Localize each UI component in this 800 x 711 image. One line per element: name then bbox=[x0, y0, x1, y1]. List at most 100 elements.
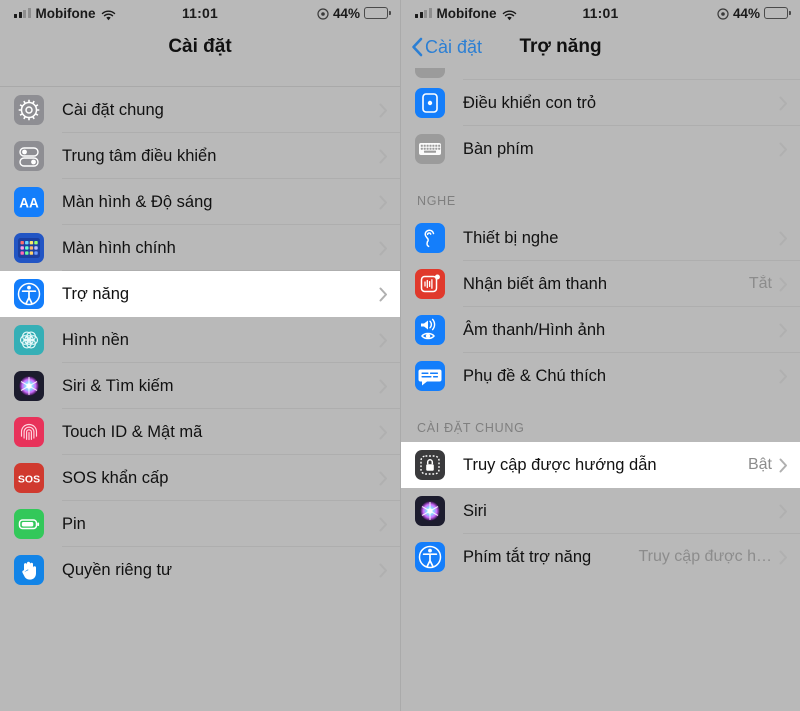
list-item[interactable]: Siri & Tìm kiếm bbox=[0, 363, 400, 409]
fingerprint-icon bbox=[14, 417, 44, 447]
list-item-label: Bàn phím bbox=[463, 139, 534, 158]
list-item-value: Tắt bbox=[748, 275, 772, 292]
list-item-label: Trung tâm điều khiển bbox=[62, 146, 217, 165]
chevron-left-icon bbox=[411, 37, 423, 57]
list-item-label: Hình nền bbox=[62, 330, 129, 349]
settings-list-left: Cài đặt chung Trung tâm điều khiển AA Màn h… bbox=[0, 87, 400, 633]
list-top-gap bbox=[0, 68, 400, 86]
chevron-right-icon bbox=[379, 333, 388, 348]
list-item[interactable]: Điều khiển con trỏ bbox=[401, 80, 800, 126]
back-button[interactable]: Cài đặt bbox=[411, 37, 482, 58]
accessibility-icon bbox=[14, 279, 44, 309]
sos-icon: SOS bbox=[14, 463, 44, 493]
status-right-group: 44% bbox=[317, 5, 391, 21]
location-services-icon bbox=[317, 7, 329, 20]
chevron-right-icon bbox=[779, 504, 788, 519]
toggles-icon bbox=[14, 141, 44, 171]
list-item-label: SOS khẩn cấp bbox=[62, 468, 169, 487]
list-item[interactable]: Cài đặt chung bbox=[0, 87, 400, 133]
list-item[interactable]: Thiết bị nghe bbox=[401, 215, 800, 261]
list-item-label: Âm thanh/Hình ảnh bbox=[463, 320, 606, 339]
list-item[interactable]: Trung tâm điều khiển bbox=[0, 133, 400, 179]
chevron-right-icon bbox=[379, 287, 388, 302]
dual-phone-screenshot: Mobifone 11:01 44% Cài đặt Cài đặt chung… bbox=[0, 0, 800, 711]
list-item[interactable]: Phụ đề & Chú thích bbox=[401, 353, 800, 399]
list-item-label: Màn hình chính bbox=[62, 238, 176, 257]
pointer-control-icon bbox=[415, 88, 445, 118]
list-item[interactable]: Âm thanh/Hình ảnh bbox=[401, 307, 800, 353]
list-item-label: Thiết bị nghe bbox=[463, 228, 559, 247]
list-item-label: Màn hình & Độ sáng bbox=[62, 192, 213, 211]
battery-percent-label: 44% bbox=[332, 5, 360, 21]
chevron-right-icon bbox=[379, 471, 388, 486]
list-item[interactable]: Nhận biết âm thanh Tắt bbox=[401, 261, 800, 307]
list-item-label: Nhận biết âm thanh bbox=[463, 274, 608, 293]
list-bottom-pad bbox=[401, 580, 800, 620]
partially-scrolled-row[interactable] bbox=[401, 68, 800, 80]
list-item-value: Bật bbox=[747, 456, 772, 473]
accessibility-list-right: Điều khiển con trỏ Bàn phím NGHE Thiết bị n… bbox=[401, 80, 800, 620]
keyboard-icon bbox=[415, 134, 445, 164]
chevron-right-icon bbox=[379, 425, 388, 440]
wallpaper-icon bbox=[14, 325, 44, 355]
list-item-label: Trợ năng bbox=[62, 284, 130, 303]
accessibility-icon bbox=[415, 542, 445, 572]
chevron-right-icon bbox=[379, 195, 388, 210]
list-item[interactable]: Phím tắt trợ năng Truy cập được h… bbox=[401, 534, 800, 580]
list-item-label: Siri bbox=[463, 501, 487, 520]
battery-icon bbox=[364, 7, 391, 19]
left-phone-screen: Mobifone 11:01 44% Cài đặt Cài đặt chung… bbox=[0, 0, 400, 711]
sound-recognition-icon bbox=[415, 269, 445, 299]
battery-icon bbox=[764, 7, 791, 19]
list-item[interactable]: Bàn phím bbox=[401, 126, 800, 172]
status-bar-left: Mobifone 11:01 44% bbox=[0, 0, 400, 26]
list-item[interactable]: Pin bbox=[0, 501, 400, 547]
cut-off-icon bbox=[415, 68, 445, 78]
chevron-right-icon bbox=[779, 458, 788, 473]
page-title: Cài đặt bbox=[168, 36, 232, 57]
location-services-icon bbox=[717, 7, 729, 20]
list-item-label: Truy cập được hướng dẫn bbox=[463, 455, 657, 474]
list-item-label: Siri & Tìm kiếm bbox=[62, 376, 174, 395]
chevron-right-icon bbox=[379, 241, 388, 256]
list-item[interactable]: Quyền riêng tư bbox=[0, 547, 400, 593]
list-item-label: Phím tắt trợ năng bbox=[463, 547, 592, 566]
list-item[interactable]: Hình nền bbox=[0, 317, 400, 363]
list-item[interactable]: Màn hình chính bbox=[0, 225, 400, 271]
list-item-label: Cài đặt chung bbox=[62, 100, 164, 119]
captions-icon bbox=[415, 361, 445, 391]
list-item[interactable]: Trợ năng bbox=[0, 271, 400, 317]
battery-green-icon bbox=[14, 509, 44, 539]
list-item[interactable]: Truy cập được hướng dẫn Bật bbox=[401, 442, 800, 488]
chevron-right-icon bbox=[379, 103, 388, 118]
right-phone-screen: Mobifone 11:01 44% Cài đặt Trợ năng Điều… bbox=[400, 0, 800, 711]
aa-text-icon: AA bbox=[14, 187, 44, 217]
chevron-right-icon bbox=[379, 149, 388, 164]
back-button-label: Cài đặt bbox=[425, 36, 483, 57]
battery-percent-label: 44% bbox=[732, 5, 760, 21]
status-right-group: 44% bbox=[717, 5, 791, 21]
list-item-label: Phụ đề & Chú thích bbox=[463, 366, 607, 385]
svg-text:SOS: SOS bbox=[18, 474, 40, 486]
list-item[interactable]: SOS SOS khẩn cấp bbox=[0, 455, 400, 501]
home-screen-icon bbox=[14, 233, 44, 263]
nav-bar-right: Cài đặt Trợ năng bbox=[401, 26, 800, 68]
svg-text:AA: AA bbox=[19, 196, 39, 211]
page-title: Trợ năng bbox=[519, 36, 602, 57]
chevron-right-icon bbox=[379, 379, 388, 394]
chevron-right-icon bbox=[779, 550, 788, 565]
hand-privacy-icon bbox=[14, 555, 44, 585]
chevron-right-icon bbox=[779, 323, 788, 338]
list-bottom-pad bbox=[0, 593, 400, 633]
chevron-right-icon bbox=[779, 231, 788, 246]
chevron-right-icon bbox=[779, 142, 788, 157]
status-bar-right: Mobifone 11:01 44% bbox=[401, 0, 800, 26]
gear-icon bbox=[14, 95, 44, 125]
chevron-right-icon bbox=[379, 517, 388, 532]
list-item[interactable]: AA Màn hình & Độ sáng bbox=[0, 179, 400, 225]
list-item[interactable]: Touch ID & Mật mã bbox=[0, 409, 400, 455]
list-item[interactable]: Siri bbox=[401, 488, 800, 534]
list-item-label: Điều khiển con trỏ bbox=[463, 93, 596, 112]
audio-visual-icon bbox=[415, 315, 445, 345]
ear-hearing-icon bbox=[415, 223, 445, 253]
